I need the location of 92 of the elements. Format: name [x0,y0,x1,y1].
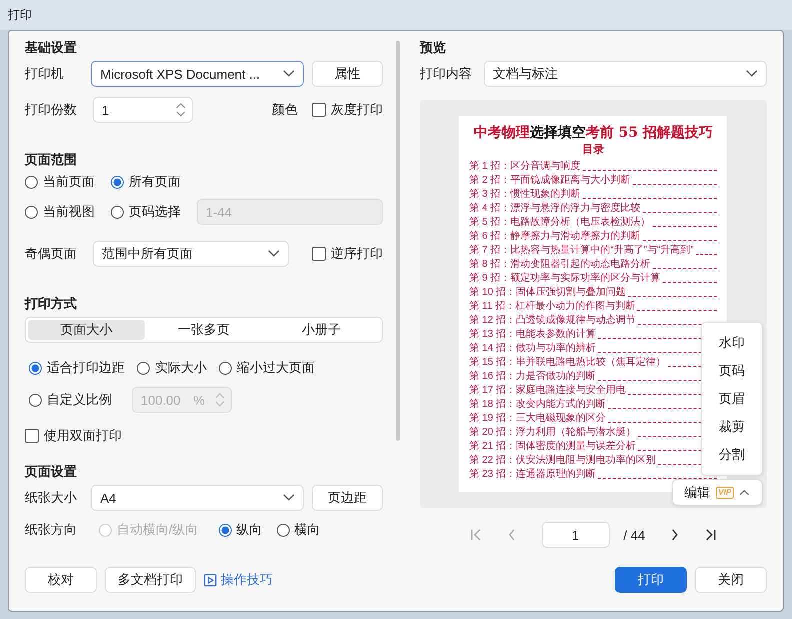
page-number-field[interactable]: 1 [542,522,610,548]
menu-item[interactable]: 页码 [702,357,762,385]
toc-entry: 第 19 招：三大电磁现象的区分 [469,413,606,425]
first-page-icon[interactable] [470,529,482,541]
document-subtitle: 目录 [581,143,606,157]
chevron-down-icon [268,250,280,258]
toc-entry: 第 20 招：浮力利用（轮船与潜水艇） [469,427,636,439]
leader-line [652,268,718,269]
toc-entry: 第 1 招：区分音调与响度 [469,161,581,173]
odd-even-select[interactable]: 范围中所有页面 [93,241,289,267]
menu-item[interactable]: 页眉 [702,385,762,413]
menu-item[interactable]: 裁剪 [702,413,762,441]
previous-page-icon[interactable] [508,529,516,541]
field-label: 纸张大小 [25,489,78,507]
toc-entry: 第 23 招：连通器原理的判断 [469,469,596,481]
mode-tab[interactable]: 小册子 [262,320,380,340]
toc-entry: 第 11 招：杠杆最小动力的作图与判断 [469,301,636,313]
footer-button[interactable]: 多文档打印 [105,567,196,593]
radio-option[interactable]: 当前页面 [25,173,111,191]
toc-entry: 第 4 招：漂浮与悬浮的浮力与密度比较 [469,203,641,215]
section-heading: 页面范围 [25,151,78,169]
document-title: 中考物理选择填空考前 55 招解题技巧 [472,124,714,142]
chevron-down-icon [283,494,296,502]
grayscale-checkbox[interactable]: 灰度打印 [312,101,383,119]
margins-button[interactable]: 页边距 [312,485,383,511]
menu-item[interactable]: 水印 [702,329,762,357]
radio-option[interactable]: 适合打印边距 [29,359,125,377]
section-heading: 预览 [420,39,447,57]
vip-badge: VIP [716,486,734,498]
chevron-up-icon [739,489,750,496]
toc-entry: 第 17 招：家庭电路连接与安全用电 [469,385,626,397]
toc-entry: 第 3 招：惯性现象的判断 [469,189,581,201]
field-label: 打印内容 [420,65,473,83]
print-content-select[interactable]: 文档与标注 [484,61,767,87]
radio-option[interactable]: 所有页面 [111,173,197,191]
copies-field[interactable]: 1 [93,97,193,123]
chevron-down-icon [283,70,296,78]
radio-option[interactable]: 缩小过大页面 [219,359,315,377]
radio-option[interactable]: 横向 [276,521,321,539]
toc-entry: 第 5 招：电路故障分析（电压表检测法） [469,217,651,229]
field-label: 颜色 [272,101,298,119]
properties-button[interactable]: 属性 [312,61,383,87]
leader-line [652,226,718,227]
footer-button[interactable]: 校对 [25,567,97,593]
mode-tab[interactable]: 一张多页 [145,320,263,340]
duplex-checkbox[interactable]: 使用双面打印 [25,427,122,445]
section-heading: 基础设置 [25,39,78,57]
mode-tab[interactable]: 页面大小 [28,320,146,340]
window-title: 打印 [8,6,32,24]
leader-line [696,254,718,255]
radio-option[interactable]: 页码选择 [111,203,197,221]
spinner-arrows-icon [215,392,225,408]
leader-line [662,282,718,283]
reverse-order-checkbox[interactable]: 逆序打印 [312,245,383,263]
radio-option[interactable]: 实际大小 [137,359,207,377]
field-label: 打印份数 [25,101,78,119]
print-button[interactable]: 打印 [615,567,687,593]
toc-entry: 第 8 招：滑动变阻器引起的动态电路分析 [469,259,651,271]
radio-option[interactable]: 自定义比例 [29,391,112,409]
last-page-icon[interactable] [705,529,718,541]
toc-entry: 第 2 招：平面镜成像距离与大小判断 [469,175,631,187]
paper-size-select[interactable]: A4 [91,485,304,511]
toc-entry: 第 13 招：电能表参数的计算 [469,329,596,341]
toc-entry: 第 6 招：静摩擦力与滑动摩擦力的判断 [469,231,641,243]
close-button[interactable]: 关闭 [695,567,767,593]
toc-entry: 第 16 招：力是否做功的判断 [469,371,596,383]
tips-link[interactable]: 操作技巧 [204,571,273,589]
edit-button[interactable]: 编辑 VIP [672,479,763,506]
field-label: 纸张方向 [25,521,78,539]
next-page-icon[interactable] [671,529,680,541]
toc-entry: 第 15 招：串并联电路电热比较（焦耳定律） [469,357,666,369]
radio-option[interactable]: 当前视图 [25,203,111,221]
toc-entry: 第 22 招：伏安法测电阻与测电功率的区别 [469,455,656,467]
field-label: 打印机 [25,65,65,83]
scrollbar[interactable] [396,41,400,441]
play-icon [204,574,217,586]
toc-entry: 第 18 招：改变内能方式的判断 [469,399,606,411]
section-heading: 打印方式 [25,295,78,313]
field-label: 奇偶页面 [25,245,78,263]
toc-entry: 第 12 招：凸透镜成像规律与动态调节 [469,315,636,327]
page-total: / 44 [624,528,646,542]
toc-entry: 第 10 招：固体压强切割与叠加问题 [469,287,626,299]
menu-item[interactable]: 分割 [702,441,762,469]
toc-entry: 第 14 招：做功与功率的辨析 [469,343,596,355]
radio-option[interactable]: 纵向 [218,521,263,539]
toc-entry: 第 21 招：固体密度的测量与误差分析 [469,441,636,453]
printer-select[interactable]: Microsoft XPS Document ... [91,61,304,87]
section-heading: 页面设置 [25,463,78,481]
chevron-down-icon [746,70,758,78]
toc-entry: 第 9 招：额定功率与实际功率的区分与计算 [469,273,661,285]
toc-entry: 第 7 招：比热容与热量计算中的“升高了”与“升高到” [469,245,694,257]
spinner-arrows-icon [176,102,186,118]
